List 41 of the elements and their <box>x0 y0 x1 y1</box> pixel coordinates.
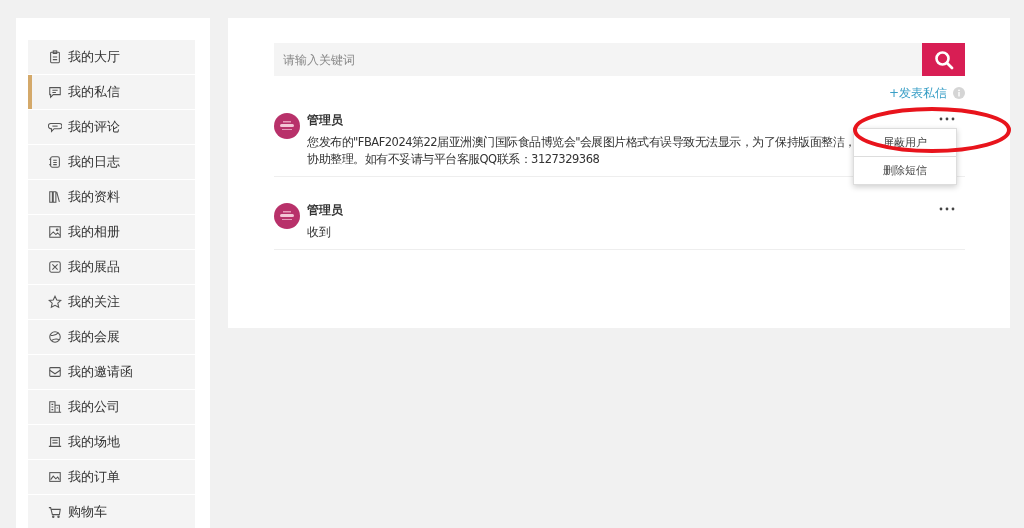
sidebar-item[interactable]: 我的评论 <box>28 110 195 144</box>
cart-icon <box>48 505 62 519</box>
star-icon <box>48 295 62 309</box>
sidebar-item[interactable]: 我的日志 <box>28 145 195 179</box>
books-icon <box>48 190 62 204</box>
search-button[interactable] <box>922 43 965 76</box>
clipboard-icon <box>48 50 62 64</box>
sidebar-item[interactable]: 我的资料 <box>28 180 195 214</box>
search-icon <box>933 49 954 70</box>
sidebar-item[interactable]: 我的订单 <box>28 460 195 494</box>
message-icon <box>48 85 62 99</box>
sidebar-item[interactable]: 我的公司 <box>28 390 195 424</box>
box-icon <box>48 260 62 274</box>
order-icon <box>48 470 62 484</box>
menu-item[interactable]: 删除短信 <box>854 156 956 184</box>
sidebar-item[interactable]: 我的展品 <box>28 250 195 284</box>
log-icon <box>48 155 62 169</box>
more-button[interactable] <box>937 205 957 213</box>
sidebar-item[interactable]: 我的相册 <box>28 215 195 249</box>
avatar-icon <box>274 113 300 139</box>
sidebar-item[interactable]: 我的关注 <box>28 285 195 319</box>
sender-name: 管理员 <box>307 203 343 218</box>
image-icon <box>48 225 62 239</box>
building-icon <box>48 400 62 414</box>
comments-icon <box>48 120 62 134</box>
avatar-icon <box>274 203 300 229</box>
sidebar-item[interactable]: 我的会展 <box>28 320 195 354</box>
sidebar-item[interactable]: 我的场地 <box>28 425 195 459</box>
message-text: 收到 <box>307 224 331 241</box>
envelope-icon <box>48 365 62 379</box>
search-field[interactable]: 请输入关键词 <box>274 43 922 76</box>
sidebar-item[interactable]: 我的邀请函 <box>28 355 195 389</box>
sidebar-item[interactable]: 我的私信 <box>28 75 195 109</box>
venue-icon <box>48 435 62 449</box>
globe-icon <box>48 330 62 344</box>
message-text: 您发布的"FBAF2024第22届亚洲澳门国际食品博览会"会展图片格式有误导致无法显示，为了保持版面整洁， <box>307 134 856 151</box>
sender-name: 管理员 <box>307 113 343 128</box>
sidebar-item[interactable]: 我的大厅 <box>28 40 195 74</box>
more-button[interactable] <box>937 115 957 123</box>
message-text: 协助整理。如有不妥请与平台客服QQ联系：3127329368 <box>307 151 600 168</box>
sidebar-item[interactable]: 购物车 <box>28 495 195 528</box>
